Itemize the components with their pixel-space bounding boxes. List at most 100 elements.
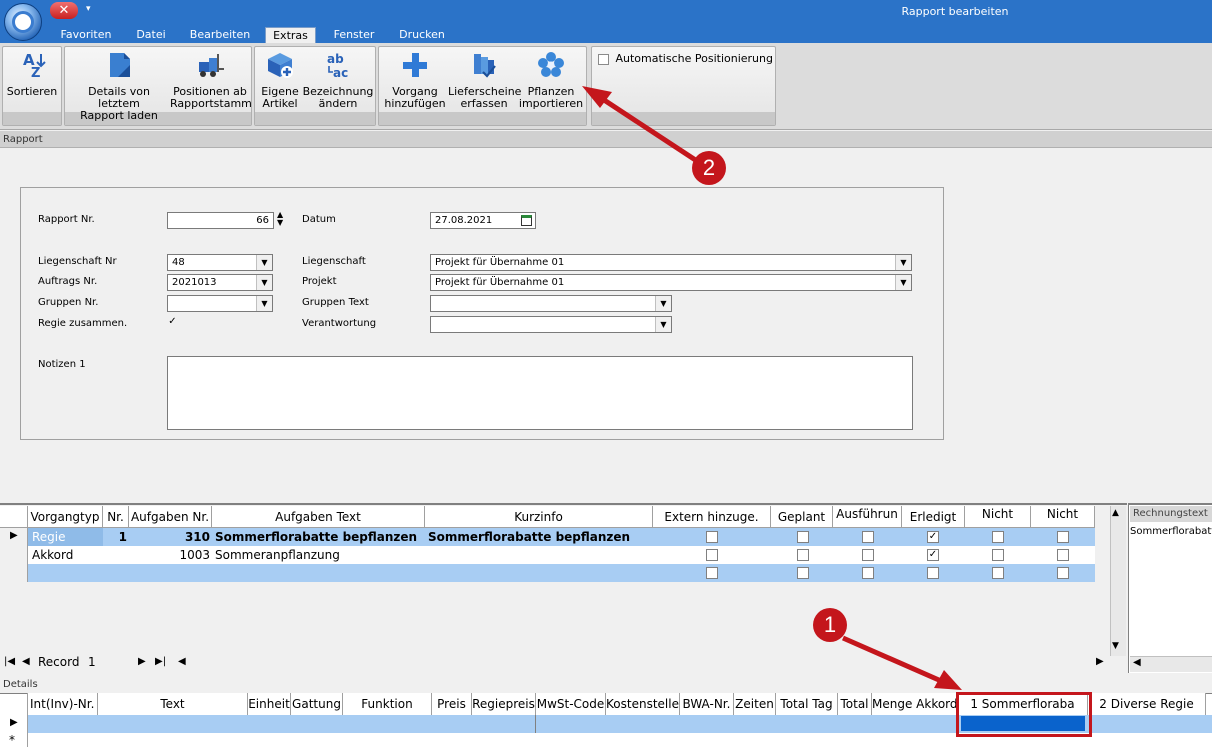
record-number[interactable]: 1 bbox=[88, 655, 96, 669]
row3-extern-checkbox[interactable] bbox=[706, 567, 718, 579]
first-record-icon[interactable]: |◀ bbox=[4, 656, 15, 667]
col-ausfuehrung[interactable]: Ausführun bbox=[833, 506, 902, 528]
row1-nicht2-checkbox[interactable] bbox=[1057, 531, 1069, 543]
dcol-bwa[interactable]: BWA-Nr. bbox=[680, 693, 734, 715]
eigene-artikel-button[interactable]: Eigene Artikel bbox=[258, 50, 302, 110]
calendar-icon[interactable] bbox=[521, 215, 532, 226]
sortieren-button[interactable]: A Z Sortieren bbox=[4, 50, 60, 98]
row1-nicht1-checkbox[interactable] bbox=[992, 531, 1004, 543]
col-kurzinfo[interactable]: Kurzinfo bbox=[425, 506, 653, 528]
row2-nicht2-checkbox[interactable] bbox=[1057, 549, 1069, 561]
row2-aufgaben-nr[interactable]: 1003 bbox=[129, 546, 210, 564]
rapport-nr-spinner-icon[interactable]: ▲ ▼ bbox=[277, 211, 283, 227]
row2-geplant-checkbox[interactable] bbox=[797, 549, 809, 561]
dcol-diverse-regie[interactable]: 2 Diverse Regie bbox=[1088, 693, 1206, 715]
pflanzen-importieren-button[interactable]: Pflanzen importieren bbox=[518, 50, 584, 110]
datum-field[interactable]: 27.08.2021 bbox=[430, 212, 536, 229]
row2-ausfuehrung-checkbox[interactable] bbox=[862, 549, 874, 561]
scroll-left-icon[interactable]: ◀ bbox=[178, 656, 186, 667]
close-icon[interactable]: ✕ bbox=[50, 2, 78, 19]
dcol-zeiten[interactable]: Zeiten bbox=[734, 693, 776, 715]
dcol-einheit[interactable]: Einheit bbox=[248, 693, 291, 715]
scroll-down-icon[interactable]: ▼ bbox=[1112, 641, 1119, 651]
projekt-select[interactable]: Projekt für Übernahme 01 ▼ bbox=[430, 274, 912, 291]
auftrags-nr-select[interactable]: 2021013 ▼ bbox=[167, 274, 273, 291]
quick-access-dropdown-icon[interactable]: ▾ bbox=[86, 4, 91, 14]
dcol-text[interactable]: Text bbox=[98, 693, 248, 715]
notizen-textarea[interactable] bbox=[167, 356, 913, 430]
chevron-down-icon[interactable]: ▼ bbox=[655, 317, 671, 332]
tab-extras[interactable]: Extras bbox=[265, 27, 316, 43]
dcol-gattung[interactable]: Gattung bbox=[291, 693, 343, 715]
row3-ausfuehrung-checkbox[interactable] bbox=[862, 567, 874, 579]
row1-aufgaben-nr[interactable]: 310 bbox=[129, 528, 210, 546]
col-erledigt[interactable]: Erledigt bbox=[902, 506, 965, 528]
col-nicht-2[interactable]: Nicht bbox=[1031, 506, 1095, 528]
lieferscheine-erfassen-button[interactable]: Lieferscheine erfassen bbox=[448, 50, 521, 110]
dcol-menge-akkord[interactable]: Menge Akkord bbox=[872, 693, 958, 715]
liegenschaft-select[interactable]: Projekt für Übernahme 01 ▼ bbox=[430, 254, 912, 271]
rechnungstext-value[interactable]: Sommerflorabatt bbox=[1130, 526, 1212, 537]
rechnungstext-scroll-left-icon[interactable]: ◀ bbox=[1130, 656, 1212, 672]
auto-positionierung-box[interactable] bbox=[598, 53, 609, 65]
tab-datei[interactable]: Datei bbox=[128, 27, 174, 43]
row1-kurzinfo[interactable]: Sommerflorabatte bepflanzen bbox=[428, 528, 653, 546]
verantwortung-select[interactable]: ▼ bbox=[430, 316, 672, 333]
row3-nicht2-checkbox[interactable] bbox=[1057, 567, 1069, 579]
row2-vorgangtyp[interactable]: Akkord bbox=[32, 546, 73, 564]
chevron-down-icon[interactable]: ▼ bbox=[256, 275, 272, 290]
app-orb-button[interactable] bbox=[4, 3, 42, 41]
row3-erledigt-checkbox[interactable] bbox=[927, 567, 939, 579]
chevron-down-icon[interactable]: ▼ bbox=[655, 296, 671, 311]
regie-zusammen-checkbox[interactable]: ✓ bbox=[167, 317, 178, 328]
chevron-down-icon[interactable]: ▼ bbox=[256, 255, 272, 270]
row1-nr[interactable]: 1 bbox=[103, 528, 127, 546]
row1-erledigt-checkbox[interactable]: ✓ bbox=[927, 531, 939, 543]
row2-extern-checkbox[interactable] bbox=[706, 549, 718, 561]
row-selector-column[interactable] bbox=[0, 528, 28, 582]
dcol-total[interactable]: Total bbox=[838, 693, 872, 715]
tab-bearbeiten[interactable]: Bearbeiten bbox=[186, 27, 254, 43]
vorgang-hinzufuegen-button[interactable]: Vorgang hinzufügen bbox=[382, 50, 448, 110]
dcol-kostenstelle[interactable]: Kostenstelle bbox=[606, 693, 680, 715]
col-geplant[interactable]: Geplant bbox=[771, 506, 833, 528]
gruppen-nr-select[interactable]: ▼ bbox=[167, 295, 273, 312]
dcol-mwst[interactable]: MwSt-Code bbox=[536, 693, 606, 715]
grid-vertical-scrollbar[interactable] bbox=[1110, 506, 1126, 656]
dcol-int-nr[interactable]: Int(Inv)-Nr. bbox=[28, 693, 98, 715]
row2-aufgaben-text[interactable]: Sommeranpflanzung bbox=[215, 546, 425, 564]
tab-drucken[interactable]: Drucken bbox=[394, 27, 450, 43]
bezeichnung-aendern-button[interactable]: ab ac Bezeichnung ändern bbox=[302, 50, 374, 110]
details-laden-button[interactable]: Details von letztem Rapport laden bbox=[68, 50, 170, 122]
gruppen-text-select[interactable]: ▼ bbox=[430, 295, 672, 312]
positionen-button[interactable]: Positionen ab Rapportstamm bbox=[170, 50, 252, 110]
col-extern[interactable]: Extern hinzuge. bbox=[653, 506, 771, 528]
chevron-down-icon[interactable]: ▼ bbox=[256, 296, 272, 311]
dcol-total-tag[interactable]: Total Tag bbox=[776, 693, 838, 715]
row3-geplant-checkbox[interactable] bbox=[797, 567, 809, 579]
prev-record-icon[interactable]: ◀ bbox=[22, 656, 30, 667]
row1-vorgangtyp[interactable]: Regie bbox=[32, 528, 66, 546]
row1-aufgaben-text[interactable]: Sommerflorabatte bepflanzen bbox=[215, 528, 425, 546]
dcol-funktion[interactable]: Funktion bbox=[343, 693, 432, 715]
col-aufgaben-text[interactable]: Aufgaben Text bbox=[212, 506, 425, 528]
liegenschaft-nr-select[interactable]: 48 ▼ bbox=[167, 254, 273, 271]
row3-nicht1-checkbox[interactable] bbox=[992, 567, 1004, 579]
chevron-down-icon[interactable]: ▼ bbox=[895, 275, 911, 290]
tab-favoriten[interactable]: Favoriten bbox=[58, 27, 114, 43]
row2-nicht1-checkbox[interactable] bbox=[992, 549, 1004, 561]
chevron-down-icon[interactable]: ▼ bbox=[895, 255, 911, 270]
col-nicht-1[interactable]: Nicht bbox=[965, 506, 1031, 528]
auto-positionierung-checkbox[interactable]: Automatische Positionierung bbox=[598, 52, 773, 65]
last-record-icon[interactable]: ▶| bbox=[155, 656, 166, 667]
scroll-up-icon[interactable]: ▲ bbox=[1112, 508, 1119, 518]
scroll-right-icon[interactable]: ▶ bbox=[1096, 656, 1104, 667]
row2-erledigt-checkbox[interactable]: ✓ bbox=[927, 549, 939, 561]
dcol-regiepreis[interactable]: Regiepreis bbox=[472, 693, 536, 715]
row1-ausfuehrung-checkbox[interactable] bbox=[862, 531, 874, 543]
col-aufgaben-nr[interactable]: Aufgaben Nr. bbox=[129, 506, 212, 528]
col-vorgangtyp[interactable]: Vorgangtyp bbox=[28, 506, 103, 528]
tab-fenster[interactable]: Fenster bbox=[326, 27, 382, 43]
rapport-nr-field[interactable]: 66 bbox=[167, 212, 274, 229]
row1-extern-checkbox[interactable] bbox=[706, 531, 718, 543]
